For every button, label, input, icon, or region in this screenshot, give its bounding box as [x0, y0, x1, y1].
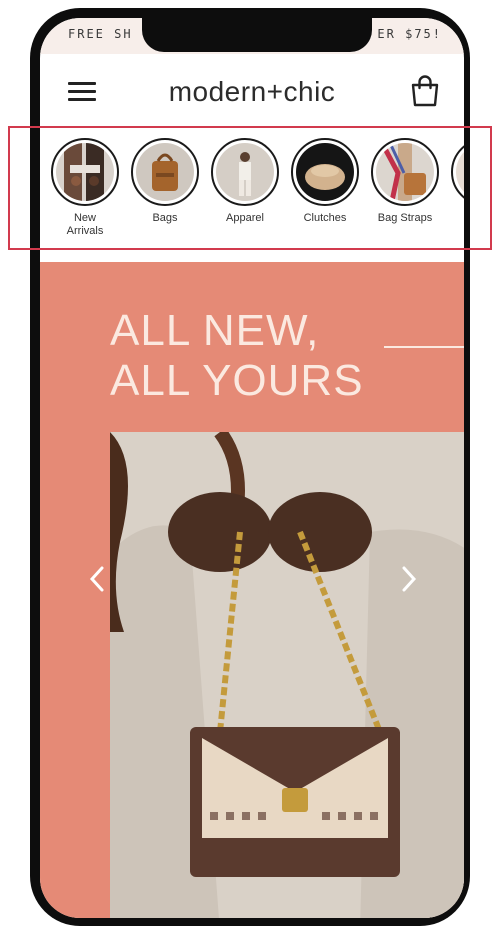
- hero-banner: ALL NEW, ALL YOURS: [40, 262, 464, 918]
- hero-divider: [384, 346, 464, 348]
- shopping-bag-icon[interactable]: [410, 74, 440, 108]
- category-highlight-box: [8, 126, 492, 250]
- chevron-right-icon[interactable]: [396, 562, 420, 596]
- site-header: modern+chic: [40, 60, 464, 130]
- announcement-text-right: ER $75!: [377, 27, 442, 41]
- hero-product-image[interactable]: [110, 432, 464, 918]
- phone-notch: [142, 18, 372, 52]
- chevron-left-icon[interactable]: [86, 562, 110, 596]
- site-logo[interactable]: modern+chic: [40, 76, 464, 108]
- announcement-text-left: FREE SH: [68, 27, 133, 41]
- hero-title: ALL NEW, ALL YOURS: [110, 306, 364, 405]
